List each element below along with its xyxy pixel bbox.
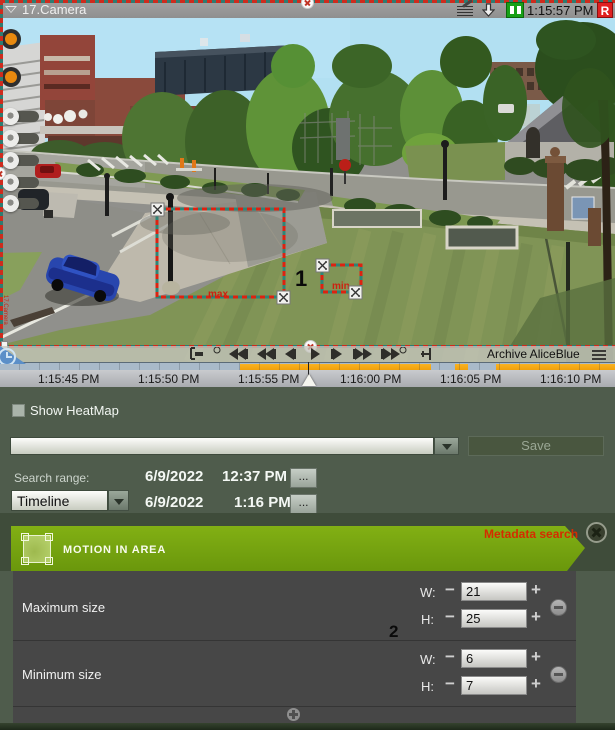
svg-text:max: max [208,289,228,300]
svg-text:min: min [332,281,350,292]
